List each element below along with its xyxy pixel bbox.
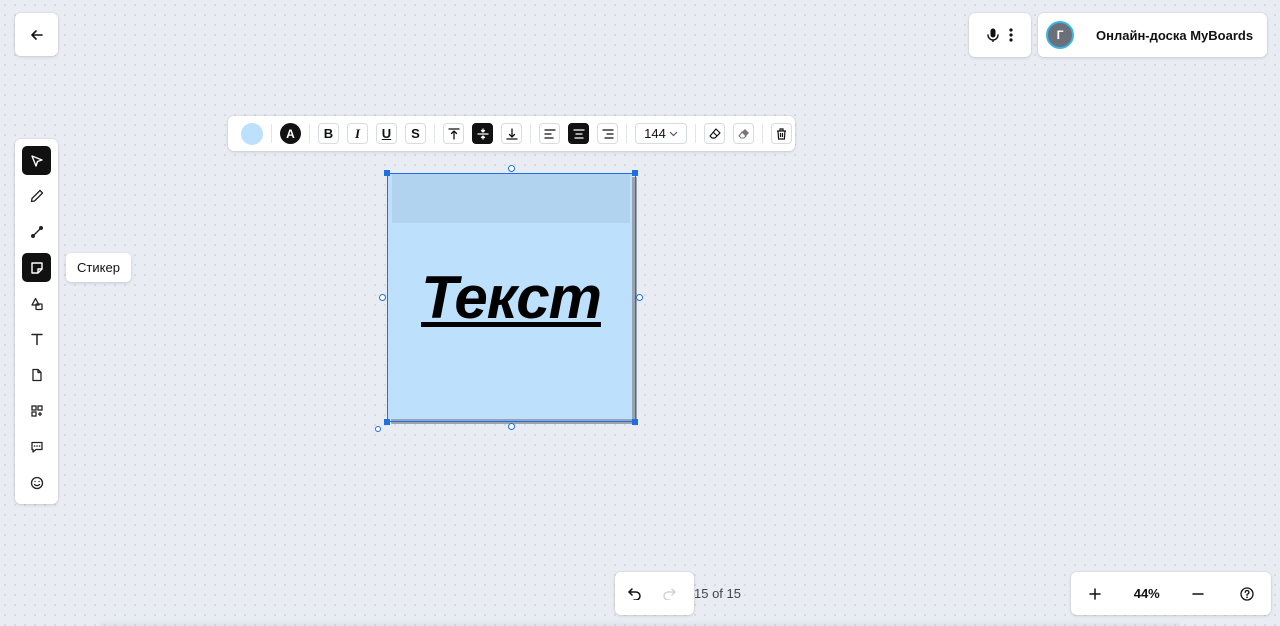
rotate-handle[interactable] [375, 426, 381, 432]
text-icon [30, 332, 44, 346]
divider [271, 124, 272, 143]
redo-icon[interactable] [662, 587, 676, 600]
apps-grid-icon [30, 404, 44, 418]
zoom-panel: 44% [1071, 572, 1271, 615]
board-info-panel[interactable]: Г Онлайн-доска MyBoards [1038, 13, 1267, 57]
align-bottom-button[interactable] [501, 123, 522, 144]
tool-tooltip: Стикер [66, 253, 131, 282]
zoom-in-button[interactable] [1071, 572, 1120, 615]
resize-handle-bottom-left[interactable] [384, 419, 390, 425]
text-align-right-icon [601, 128, 614, 139]
font-size-select[interactable]: 144 [635, 123, 687, 144]
history-panel [615, 572, 694, 615]
font-color-button[interactable]: A [280, 123, 301, 144]
avatar[interactable]: Г [1046, 21, 1074, 49]
page-counter: 15 of 15 [694, 586, 741, 601]
resize-handle-top-right[interactable] [632, 170, 638, 176]
undo-icon[interactable] [628, 587, 642, 600]
align-left-button[interactable] [539, 123, 560, 144]
divider [309, 124, 310, 143]
text-align-left-icon [543, 128, 556, 139]
tool-apps[interactable] [22, 397, 51, 426]
tool-emoji[interactable] [22, 468, 51, 497]
selection-frame [387, 173, 636, 422]
tool-pen[interactable] [22, 182, 51, 211]
tool-shapes[interactable] [22, 289, 51, 318]
tool-sticker[interactable] [22, 253, 51, 283]
zoom-out-button[interactable] [1174, 572, 1223, 615]
sticker-icon [30, 261, 44, 275]
file-icon [30, 368, 44, 382]
voice-menu-panel [969, 13, 1031, 57]
send-backward-button[interactable] [733, 123, 754, 144]
trash-icon [776, 127, 787, 140]
board-title: Онлайн-доска MyBoards [1096, 27, 1254, 43]
eraser-icon [708, 127, 721, 140]
tool-text[interactable] [22, 325, 51, 354]
align-middle-icon [476, 127, 489, 140]
more-vertical-icon[interactable] [1009, 28, 1013, 42]
tool-connector[interactable] [22, 218, 51, 247]
shapes-icon [30, 297, 44, 311]
align-middle-button[interactable] [472, 123, 493, 144]
align-top-icon [447, 127, 460, 140]
comment-icon [30, 440, 44, 454]
divider [762, 124, 763, 143]
italic-button[interactable]: I [347, 123, 368, 144]
connect-handle-bottom[interactable] [508, 423, 515, 430]
connect-handle-right[interactable] [636, 294, 643, 301]
bold-button[interactable]: B [318, 123, 339, 144]
chevron-down-icon [669, 131, 678, 137]
back-button[interactable] [15, 13, 58, 56]
help-circle-icon [1240, 586, 1254, 601]
divider [434, 124, 435, 143]
zoom-level: 44% [1133, 586, 1160, 601]
bring-forward-button[interactable] [704, 123, 725, 144]
pencil-icon [30, 189, 44, 203]
align-top-button[interactable] [443, 123, 464, 144]
text-align-center-icon [572, 128, 585, 139]
connect-handle-top[interactable] [508, 165, 515, 172]
tool-file[interactable] [22, 361, 51, 390]
resize-handle-bottom-right[interactable] [632, 419, 638, 425]
tool-select[interactable] [22, 146, 51, 175]
help-button[interactable] [1222, 572, 1271, 615]
emoji-icon [30, 476, 44, 490]
align-bottom-icon [505, 127, 518, 140]
left-toolbar [15, 139, 58, 504]
underline-button[interactable]: U [376, 123, 397, 144]
connect-handle-left[interactable] [379, 294, 386, 301]
align-center-button[interactable] [568, 123, 589, 144]
delete-button[interactable] [771, 123, 792, 144]
font-size-value: 144 [644, 126, 666, 141]
plus-icon [1089, 587, 1102, 600]
minus-icon [1192, 588, 1204, 600]
bottom-shadow [100, 620, 1180, 626]
divider [530, 124, 531, 143]
align-right-button[interactable] [597, 123, 618, 144]
connector-line-icon [30, 225, 44, 239]
resize-handle-top-left[interactable] [384, 170, 390, 176]
tool-comment[interactable] [22, 432, 51, 461]
microphone-icon[interactable] [987, 28, 999, 42]
cursor-arrow-icon [30, 154, 44, 168]
fill-color-picker[interactable] [241, 122, 263, 145]
strikethrough-button[interactable]: S [405, 123, 426, 144]
divider [626, 124, 627, 143]
arrow-left-icon [30, 28, 44, 42]
eraser-filled-icon [737, 128, 750, 140]
sticker[interactable]: Текст [375, 165, 643, 432]
divider [695, 124, 696, 143]
format-toolbar: A B I U S 144 [228, 116, 795, 151]
